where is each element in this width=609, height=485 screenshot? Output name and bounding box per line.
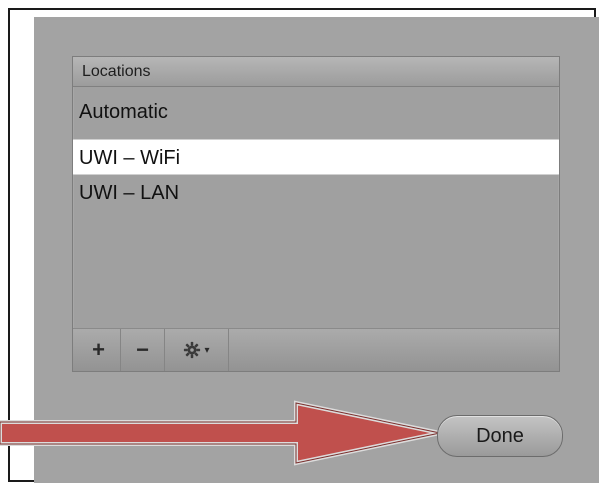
- gear-icon: [184, 341, 201, 359]
- location-item-label: UWI – LAN: [79, 182, 180, 204]
- location-item-automatic[interactable]: Automatic: [73, 94, 559, 130]
- minus-icon: −: [136, 337, 149, 362]
- remove-location-button[interactable]: −: [121, 329, 165, 371]
- location-actions-menu-button[interactable]: ▾: [165, 329, 229, 371]
- chevron-down-icon: ▾: [204, 344, 210, 356]
- plus-icon: +: [92, 337, 105, 362]
- locations-header: Locations: [73, 57, 559, 87]
- location-item-uwi-wifi[interactable]: UWI – WiFi: [73, 139, 559, 175]
- done-button-label: Done: [476, 424, 524, 447]
- locations-list[interactable]: Locations Automatic UWI – WiFi UWI – LAN…: [72, 56, 560, 372]
- location-item-label: Automatic: [79, 101, 168, 123]
- location-item-uwi-lan[interactable]: UWI – LAN: [73, 175, 559, 211]
- locations-toolbar: + − ▾: [73, 328, 559, 371]
- add-location-button[interactable]: +: [77, 329, 121, 371]
- done-button[interactable]: Done: [437, 415, 563, 457]
- location-item-label: UWI – WiFi: [79, 147, 181, 169]
- red-arrow-annotation: [0, 400, 441, 466]
